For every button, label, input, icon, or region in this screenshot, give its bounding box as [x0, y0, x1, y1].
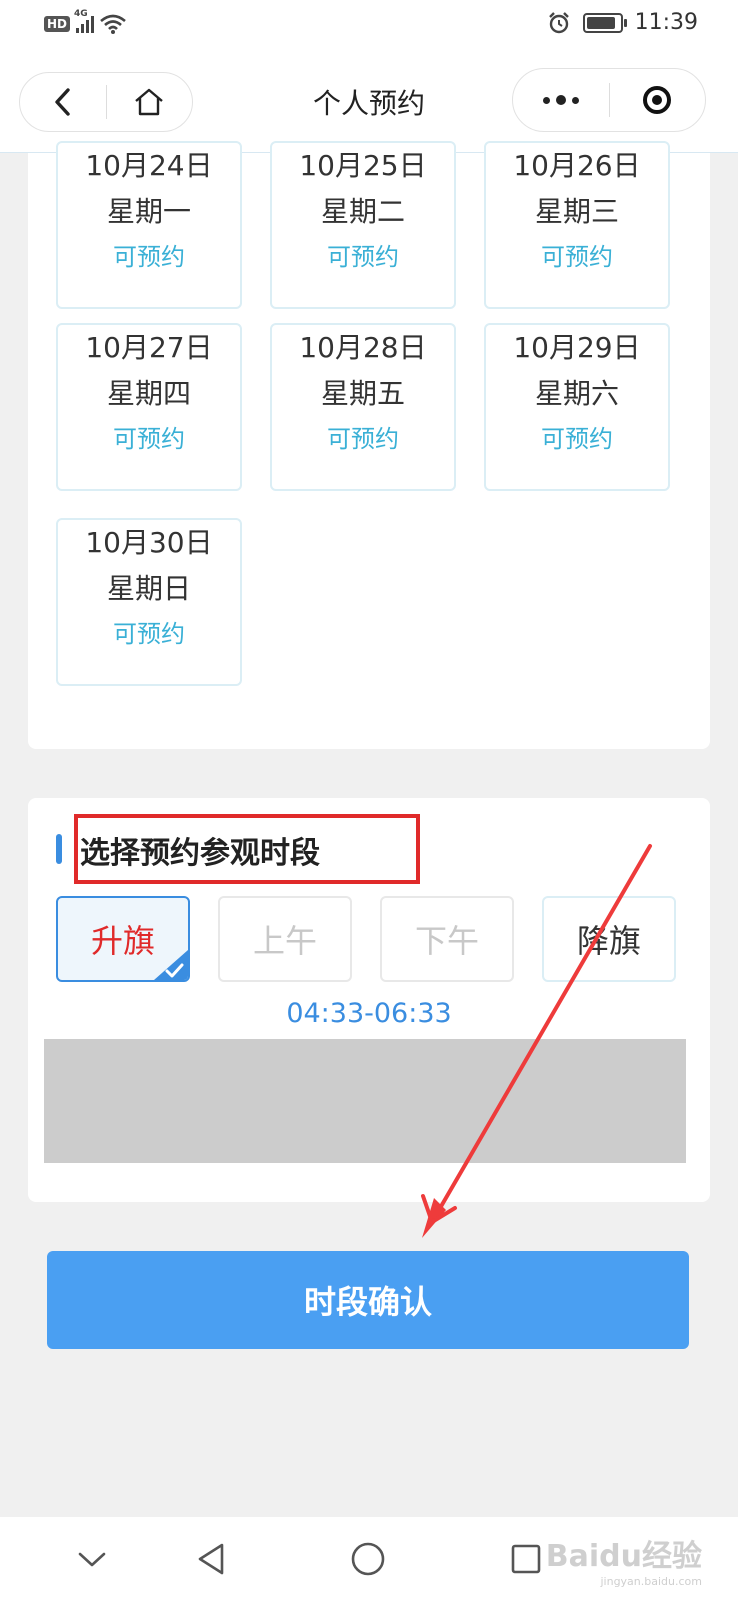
- more-button[interactable]: [513, 69, 609, 131]
- watermark-url: jingyan.baidu.com: [600, 1575, 702, 1588]
- title-accent-bar: [56, 834, 62, 864]
- availability-label: 可预约: [113, 620, 185, 648]
- weekday-label: 星期日: [106, 572, 191, 605]
- baidu-watermark: Baidu经验 jingyan.baidu.com: [546, 1531, 702, 1588]
- system-nav-bar: Baidu经验 jingyan.baidu.com: [0, 1517, 738, 1600]
- date-label: 10月24日: [85, 149, 213, 182]
- weekday-label: 星期二: [320, 195, 405, 228]
- close-miniprogram-button[interactable]: [610, 69, 706, 131]
- date-label: 10月25日: [299, 149, 427, 182]
- signal-icon: 4G: [74, 9, 95, 33]
- redacted-block: [44, 1039, 686, 1163]
- clock: 11:39: [634, 10, 698, 35]
- status-right: 11:39: [547, 10, 698, 35]
- chevron-down-icon[interactable]: [72, 1539, 112, 1579]
- date-option[interactable]: 10月24日 星期一 可预约: [56, 141, 242, 309]
- wifi-icon: [100, 14, 126, 34]
- target-icon: [643, 86, 672, 114]
- date-label: 10月30日: [85, 526, 213, 559]
- slot-label: 降旗: [576, 922, 641, 960]
- alarm-icon: [548, 11, 569, 33]
- date-label: 10月29日: [513, 331, 641, 364]
- date-option[interactable]: 10月27日 星期四 可预约: [56, 323, 242, 491]
- status-left: HD 4G: [44, 9, 126, 34]
- back-triangle-icon[interactable]: [192, 1539, 232, 1579]
- nav-capsule-right: [512, 68, 706, 132]
- availability-label: 可预约: [327, 425, 399, 453]
- availability-label: 可预约: [541, 425, 613, 453]
- availability-label: 可预约: [541, 243, 613, 271]
- date-label: 10月28日: [299, 331, 427, 364]
- date-card: 10月24日 星期一 可预约 10月25日 星期二 可预约 10月26日 星期三…: [28, 141, 710, 749]
- date-label: 10月27日: [85, 331, 213, 364]
- weekday-label: 星期三: [534, 195, 619, 228]
- slot-label: 上午: [252, 922, 317, 960]
- availability-label: 可预约: [113, 425, 185, 453]
- weekday-label: 星期五: [320, 377, 405, 410]
- weekday-label: 星期六: [534, 377, 619, 410]
- hd-badge: HD: [44, 16, 71, 32]
- status-bar: HD 4G 11:39: [0, 0, 738, 52]
- slot-label: 下午: [414, 922, 479, 960]
- date-label: 10月26日: [513, 149, 641, 182]
- slot-morning[interactable]: 上午: [218, 896, 352, 982]
- time-range: 04:33-06:33: [286, 998, 452, 1029]
- annotation-highlight-box: [74, 814, 420, 884]
- slot-label: 升旗: [90, 922, 155, 960]
- network-type: 4G: [74, 9, 88, 19]
- date-option[interactable]: 10月30日 星期日 可预约: [56, 518, 242, 686]
- availability-label: 可预约: [327, 243, 399, 271]
- check-icon: [154, 950, 188, 980]
- slot-afternoon[interactable]: 下午: [380, 896, 514, 982]
- weekday-label: 星期四: [106, 377, 191, 410]
- availability-label: 可预约: [113, 243, 185, 271]
- date-option[interactable]: 10月25日 星期二 可预约: [270, 141, 456, 309]
- confirm-time-button[interactable]: 时段确认: [47, 1251, 689, 1349]
- navigation-bar: 个人预约: [0, 52, 738, 153]
- home-circle-icon[interactable]: [348, 1539, 388, 1579]
- date-option[interactable]: 10月28日 星期五 可预约: [270, 323, 456, 491]
- recents-square-icon[interactable]: [506, 1539, 546, 1579]
- weekday-label: 星期一: [106, 195, 191, 228]
- date-option[interactable]: 10月29日 星期六 可预约: [484, 323, 670, 491]
- slot-flag-raising[interactable]: 升旗: [56, 896, 190, 982]
- time-slot-card: 选择预约参观时段 升旗 上午 下午 降旗 04:33-06:33: [28, 798, 710, 1202]
- slot-flag-lowering[interactable]: 降旗: [542, 896, 676, 982]
- more-icon: [542, 95, 579, 105]
- date-option[interactable]: 10月26日 星期三 可预约: [484, 141, 670, 309]
- battery-icon: [582, 12, 627, 33]
- watermark-brand: Baidu经验: [545, 1539, 702, 1574]
